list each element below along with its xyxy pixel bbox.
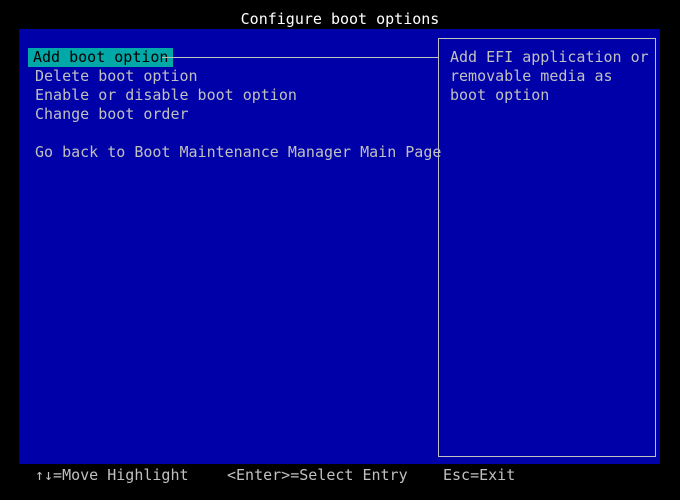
menu-item-change-boot-order[interactable]: Change boot order <box>30 105 194 124</box>
footer-select-entry-hint: <Enter>=Select Entry <box>227 466 408 484</box>
menu-item-go-back-main-page[interactable]: Go back to Boot Maintenance Manager Main… <box>30 143 446 162</box>
help-text-line: boot option <box>450 86 550 104</box>
footer-exit-hint: Esc=Exit <box>443 466 516 484</box>
boot-options-menu: Add boot option Delete boot option Enabl… <box>19 29 441 464</box>
menu-item-enable-disable-boot-option[interactable]: Enable or disable boot option <box>30 86 302 105</box>
help-text-line: Add EFI application or <box>450 48 649 66</box>
page-title: Configure boot options <box>240 10 440 28</box>
help-text-line: removable media as <box>450 67 613 85</box>
help-panel: Add EFI application or removable media a… <box>438 38 656 457</box>
selection-connector-line <box>162 57 439 58</box>
footer-move-highlight-hint: ↑↓=Move Highlight <box>35 466 189 484</box>
menu-item-add-boot-option[interactable]: Add boot option <box>28 48 174 67</box>
menu-item-delete-boot-option[interactable]: Delete boot option <box>30 67 203 86</box>
main-panel: Add boot option Delete boot option Enabl… <box>19 29 660 464</box>
